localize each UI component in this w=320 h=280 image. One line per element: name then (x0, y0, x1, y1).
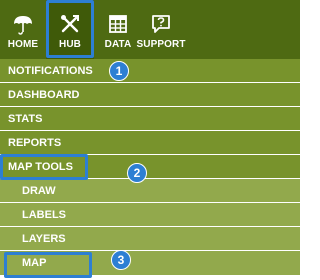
submenu-item-map[interactable]: MAP (0, 251, 300, 276)
menu-item-label: DASHBOARD (8, 88, 80, 101)
callout-badge-3: 3 (111, 250, 131, 270)
menu-item-stats[interactable]: STATS (0, 107, 300, 131)
menu-item-label: NOTIFICATIONS (8, 64, 93, 77)
submenu-item-label: LAYERS (22, 232, 66, 245)
submenu-item-layers[interactable]: LAYERS (0, 227, 300, 251)
home-button[interactable]: HOME (6, 0, 40, 59)
menu-item-map-tools[interactable]: MAP TOOLS (0, 155, 300, 179)
table-icon (109, 15, 127, 33)
submenu-item-label: LABELS (22, 208, 66, 221)
menu-item-label: REPORTS (8, 136, 62, 149)
menu-item-label: STATS (8, 112, 43, 125)
submenu-item-draw[interactable]: DRAW (0, 179, 300, 203)
submenu-item-labels[interactable]: LABELS (0, 203, 300, 227)
hub-button[interactable]: HUB (46, 0, 94, 59)
menu-item-label: MAP TOOLS (8, 160, 73, 173)
tools-icon (61, 15, 79, 33)
callout-badge-2: 2 (127, 163, 147, 183)
submenu-item-label: DRAW (22, 184, 56, 197)
menu-item-notifications[interactable]: NOTIFICATIONS (0, 59, 300, 83)
data-button[interactable]: DATA (102, 0, 134, 59)
hub-label: HUB (59, 39, 81, 50)
menu-item-dashboard[interactable]: DASHBOARD (0, 83, 300, 107)
data-label: DATA (104, 39, 132, 50)
support-label: SUPPORT (136, 39, 186, 50)
menu-item-reports[interactable]: REPORTS (0, 131, 300, 155)
help-chat-icon (152, 15, 170, 33)
top-toolbar: HOME HUB DATA SUPPORT (0, 0, 300, 59)
umbrella-icon (14, 16, 32, 35)
support-button[interactable]: SUPPORT (136, 0, 186, 59)
submenu-item-label: MAP (22, 257, 47, 269)
callout-badge-1: 1 (109, 61, 129, 81)
home-label: HOME (7, 39, 39, 50)
